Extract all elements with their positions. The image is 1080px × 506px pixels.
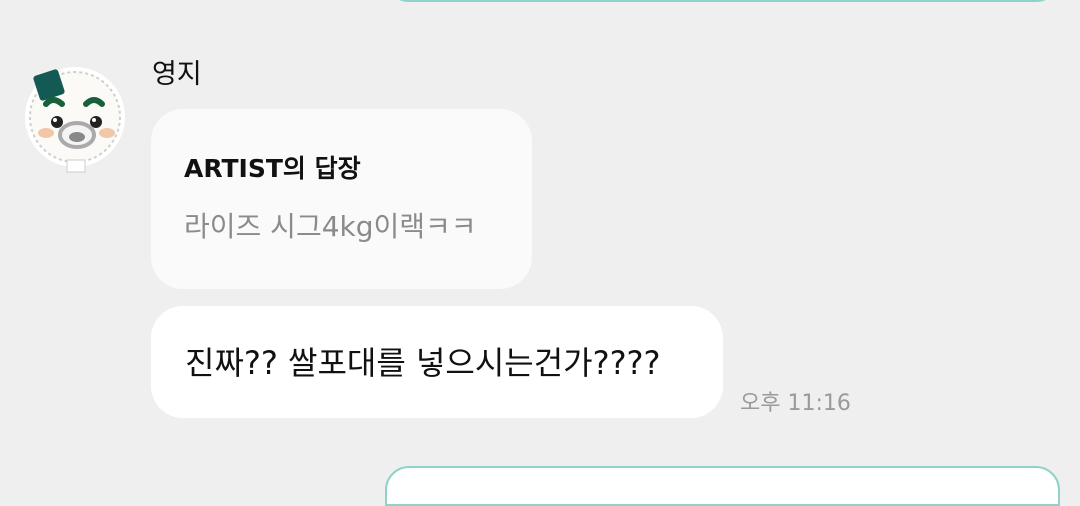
message-text: 진짜?? 쌀포대를 넣으시는건가????	[185, 344, 661, 382]
message-bubble[interactable]: 진짜?? 쌀포대를 넣으시는건가????	[151, 306, 723, 418]
reply-message-bubble[interactable]: ARTIST의 답장 라이즈 시그4kg이랙ㅋㅋ	[151, 109, 532, 289]
sender-avatar[interactable]	[22, 62, 134, 174]
quoted-message-text: 라이즈 시그4kg이랙ㅋㅋ	[184, 210, 477, 243]
reply-header: ARTIST의 답장	[184, 154, 361, 183]
message-timestamp: 오후 11:16	[740, 391, 851, 416]
rice-ball-character-icon	[25, 67, 125, 173]
sender-name: 영지	[152, 59, 202, 90]
previous-sent-message-bubble[interactable]	[385, 0, 1060, 2]
next-sent-message-bubble[interactable]	[385, 466, 1060, 506]
